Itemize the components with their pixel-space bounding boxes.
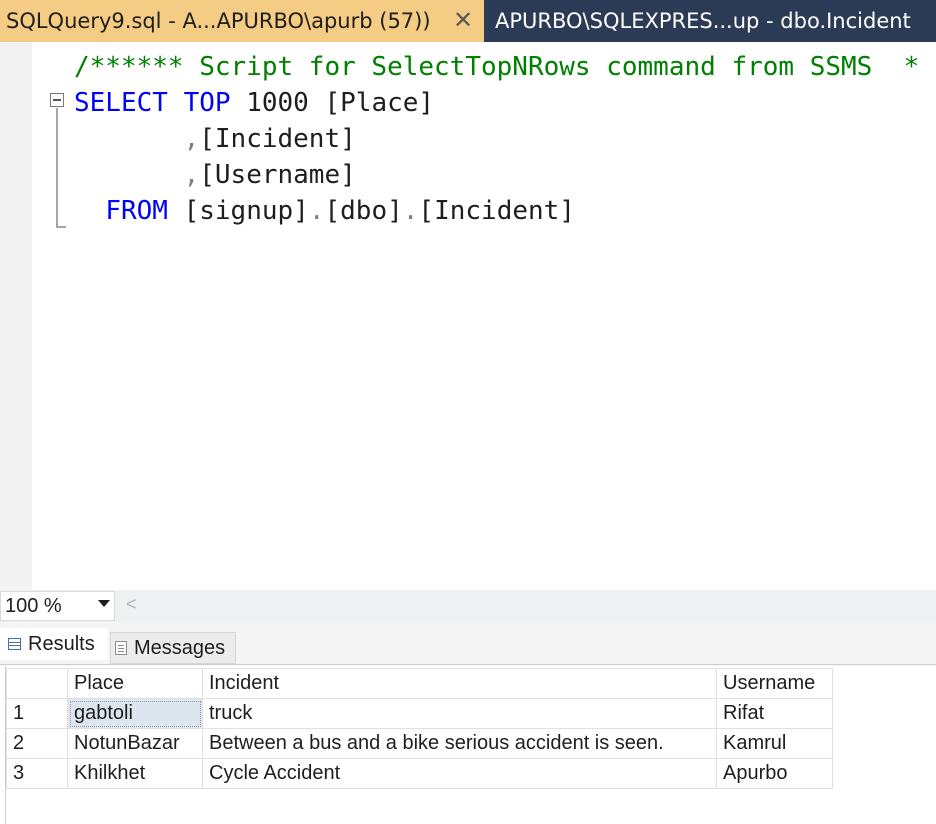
close-icon[interactable]: ✕ <box>450 7 476 33</box>
dot: . <box>308 196 325 226</box>
keyword-top: TOP <box>183 88 231 118</box>
comma: , <box>183 124 200 154</box>
column-header-username[interactable]: Username <box>716 668 833 699</box>
code-line-username: ,[Username] <box>74 157 356 193</box>
cell-incident[interactable]: Cycle Accident <box>202 758 717 789</box>
cell-place[interactable]: Khilkhet <box>67 758 203 789</box>
row-number[interactable]: 3 <box>6 758 68 789</box>
top-value: 1000 <box>246 88 309 118</box>
comma: , <box>183 160 200 190</box>
cell-incident[interactable]: truck <box>202 698 717 729</box>
cell-place[interactable]: NotunBazar <box>67 728 203 759</box>
chevron-down-icon[interactable] <box>98 600 110 607</box>
table-row: 1 gabtoli truck Rifat <box>6 698 833 729</box>
tab-sqlquery9-title: SQLQuery9.sql - A...APURBO\apurb (57)) <box>6 9 431 33</box>
results-pane: Place Incident Username 1 gabtoli truck … <box>0 666 936 824</box>
row-number-header[interactable] <box>6 668 68 699</box>
keyword-select: SELECT <box>74 88 168 118</box>
cell-place[interactable]: gabtoli <box>67 698 203 729</box>
table-row: 2 NotunBazar Between a bus and a bike se… <box>6 728 833 759</box>
row-number[interactable]: 1 <box>6 698 68 729</box>
cell-username[interactable]: Apurbo <box>716 758 833 789</box>
scroll-left-icon[interactable]: < <box>126 594 137 615</box>
tab-sqlquery9[interactable]: SQLQuery9.sql - A...APURBO\apurb (57)) ✕ <box>0 0 484 42</box>
column-header-incident[interactable]: Incident <box>202 668 717 699</box>
divider <box>0 664 936 665</box>
table-row: 3 Khilkhet Cycle Accident Apurbo <box>6 758 833 789</box>
column-incident: [Incident] <box>199 124 356 154</box>
results-tab-strip: Results Messages <box>0 622 936 666</box>
zoom-value: 100 % <box>5 595 62 617</box>
cell-username[interactable]: Rifat <box>716 698 833 729</box>
tab-dbo-incident-title: APURBO\SQLEXPRES...up - dbo.Incident <box>495 9 911 33</box>
sql-comment: /****** Script for SelectTopNRows comman… <box>74 52 920 82</box>
collapse-icon[interactable] <box>50 93 64 107</box>
code-line-select: SELECT TOP 1000 [Place] <box>74 85 434 121</box>
dot: . <box>402 196 419 226</box>
document-tab-strip: SQLQuery9.sql - A...APURBO\apurb (57)) ✕… <box>0 0 936 42</box>
column-place: [Place] <box>324 88 435 118</box>
tab-results[interactable]: Results <box>0 628 108 660</box>
code-line-incident: ,[Incident] <box>74 121 356 157</box>
tab-messages-label: Messages <box>134 636 226 659</box>
cell-username[interactable]: Kamrul <box>716 728 833 759</box>
tab-messages[interactable]: Messages <box>110 632 236 664</box>
outline-guide <box>56 108 58 227</box>
zoom-select[interactable]: 100 % <box>0 591 115 621</box>
code-line-from: FROM [signup].[dbo].[Incident] <box>74 193 575 229</box>
editor-status-bar: 100 % < <box>0 590 936 622</box>
column-username: [Username] <box>199 160 356 190</box>
tab-results-label: Results <box>28 632 95 655</box>
table-name: [Incident] <box>418 196 575 226</box>
header-row: Place Incident Username <box>6 668 833 699</box>
keyword-from: FROM <box>105 196 168 226</box>
grid-icon <box>8 638 21 650</box>
schema-name: [dbo] <box>324 196 403 226</box>
tab-dbo-incident[interactable]: APURBO\SQLEXPRES...up - dbo.Incident <box>484 0 936 42</box>
query-editor[interactable]: /****** Script for SelectTopNRows comman… <box>0 42 936 590</box>
column-header-place[interactable]: Place <box>67 668 203 699</box>
database-name: [signup] <box>183 196 309 226</box>
code-line-comment: /****** Script for SelectTopNRows comman… <box>74 49 919 85</box>
results-grid[interactable]: Place Incident Username 1 gabtoli truck … <box>6 668 833 789</box>
row-number[interactable]: 2 <box>6 728 68 759</box>
cell-incident[interactable]: Between a bus and a bike serious acciden… <box>202 728 717 759</box>
editor-gutter <box>0 42 32 590</box>
outline-guide-end <box>56 226 66 228</box>
messages-icon <box>115 641 127 655</box>
